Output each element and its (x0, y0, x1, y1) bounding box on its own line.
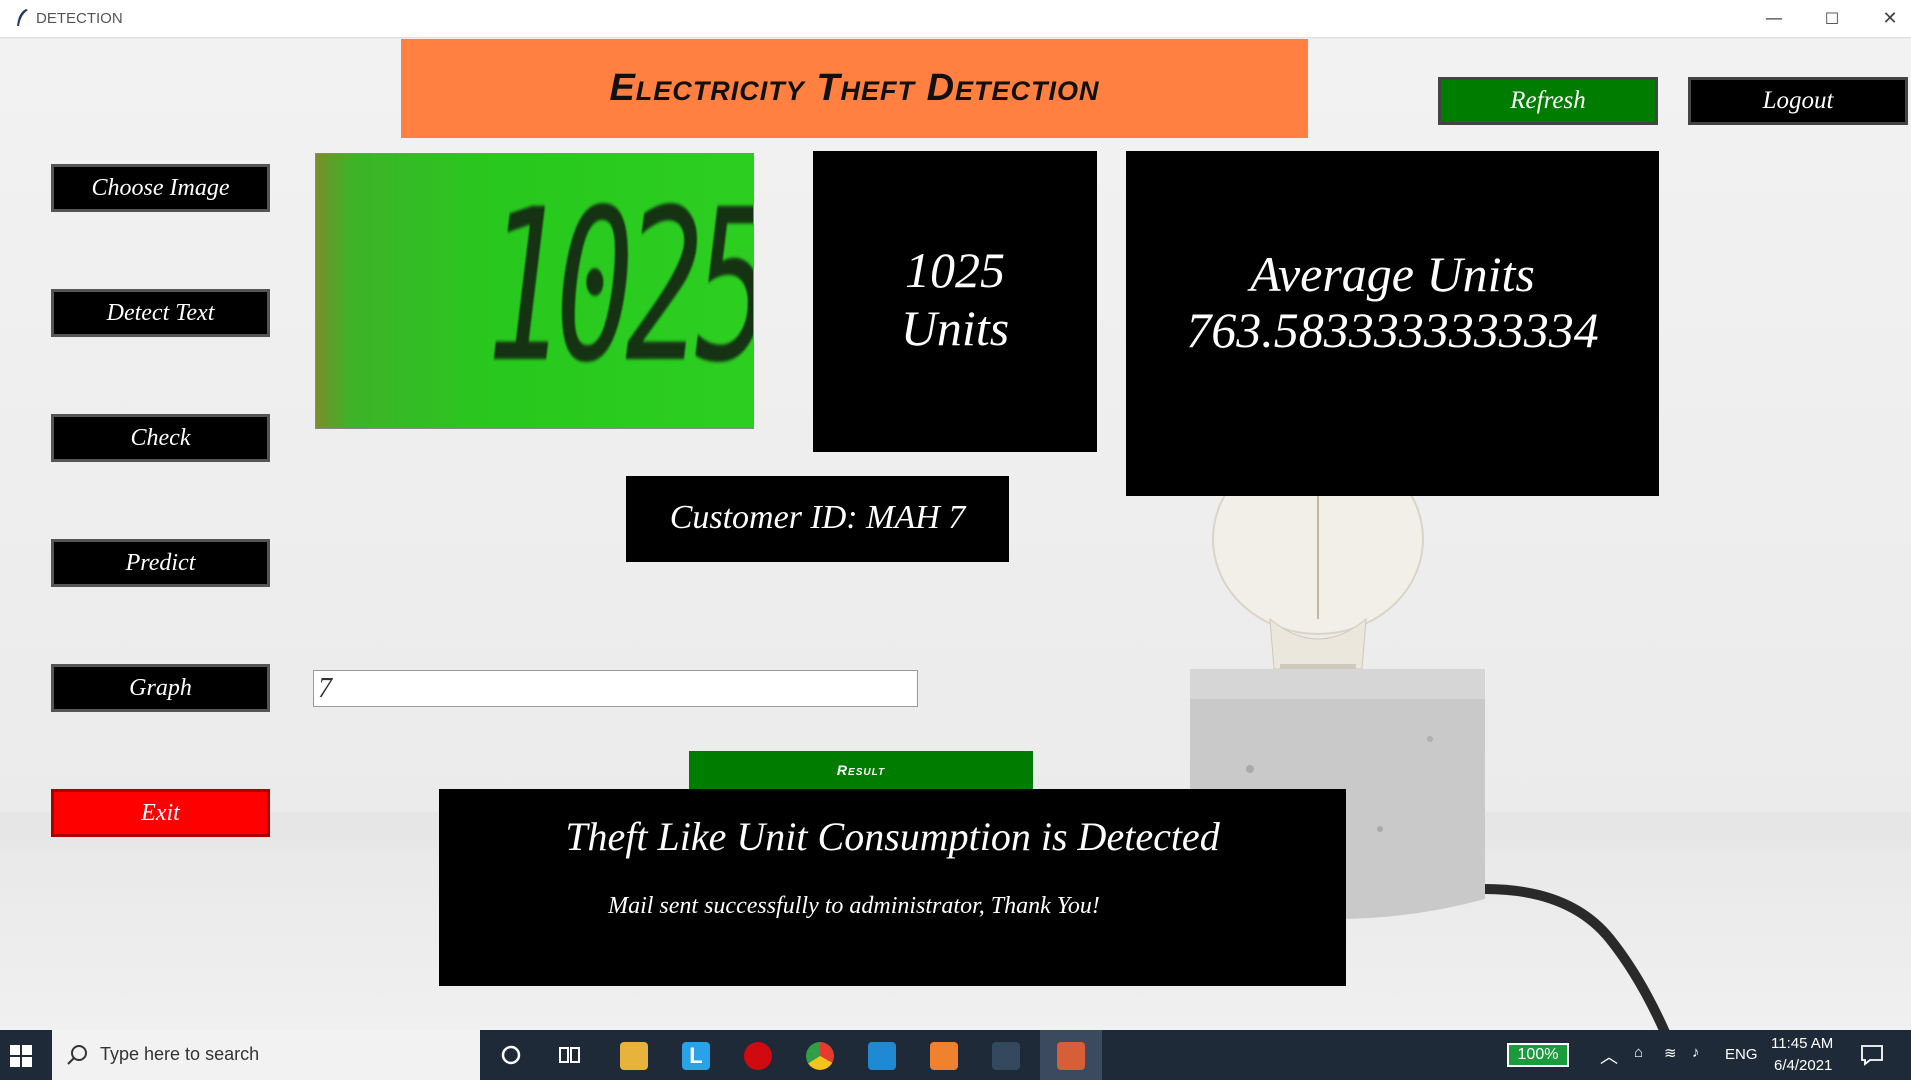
meter-digits: 1025 (486, 164, 754, 409)
battery-indicator[interactable]: 100% (1507, 1043, 1569, 1067)
windows-taskbar: Type here to search L 100% ︿ ⌂ ≋ ♪ ENG 1… (0, 1030, 1911, 1080)
taskbar-search-box[interactable]: Type here to search (52, 1030, 480, 1080)
xampp-icon[interactable] (930, 1042, 958, 1070)
language-indicator[interactable]: ENG (1725, 1046, 1758, 1063)
search-icon (67, 1045, 87, 1065)
python-idle-icon[interactable] (992, 1042, 1020, 1070)
python-app-icon (1057, 1042, 1085, 1070)
maximize-button[interactable]: ☐ (1803, 0, 1861, 38)
meter-photo: 1025 (315, 153, 754, 429)
average-units-label: Average Units (1250, 246, 1535, 302)
units-label: Units (900, 300, 1010, 356)
cortana-icon[interactable] (500, 1044, 522, 1066)
exit-button[interactable]: Exit (51, 789, 270, 837)
volume-icon[interactable]: ♪ (1692, 1044, 1700, 1061)
choose-image-button[interactable]: Choose Image (51, 164, 270, 212)
opera-icon[interactable] (744, 1042, 772, 1070)
close-button[interactable]: ✕ (1861, 0, 1911, 38)
window-titlebar: DETECTION — ☐ ✕ (0, 0, 1911, 38)
vscode-icon[interactable] (868, 1042, 896, 1070)
graph-button[interactable]: Graph (51, 664, 270, 712)
clock-time[interactable]: 11:45 AM (1771, 1035, 1833, 1052)
check-button[interactable]: Check (51, 414, 270, 462)
refresh-button[interactable]: Refresh (1438, 77, 1658, 125)
meet-now-icon[interactable]: ⌂ (1634, 1044, 1643, 1061)
customer-number-input[interactable]: 7 (313, 670, 918, 707)
average-units-box: Average Units 763.5833333333334 (1126, 151, 1659, 496)
customer-id-label: Customer ID: MAH 7 (626, 476, 1009, 562)
result-box: Theft Like Unit Consumption is Detected … (439, 789, 1346, 986)
detect-text-button[interactable]: Detect Text (51, 289, 270, 337)
windows-start-icon[interactable] (10, 1045, 32, 1067)
average-units-value: 763.5833333333334 (1186, 302, 1599, 358)
file-explorer-icon[interactable] (620, 1042, 648, 1070)
chrome-icon[interactable] (806, 1042, 834, 1070)
units-box: 1025 Units (813, 151, 1097, 452)
minimize-button[interactable]: — (1745, 0, 1803, 38)
chevron-up-icon[interactable]: ︿ (1600, 1043, 1618, 1069)
tk-feather-icon (17, 9, 28, 26)
task-view-icon[interactable] (558, 1044, 582, 1066)
active-app-highlight[interactable] (1040, 1030, 1102, 1080)
predict-button[interactable]: Predict (51, 539, 270, 587)
result-headline: Theft Like Unit Consumption is Detected (565, 814, 1220, 859)
logout-button[interactable]: Logout (1688, 77, 1908, 125)
app-title-banner: Electricity Theft Detection (401, 39, 1308, 138)
clock-date[interactable]: 6/4/2021 (1774, 1057, 1832, 1074)
units-value: 1025 (905, 242, 1005, 298)
result-message: Mail sent successfully to administrator,… (608, 893, 1100, 919)
window-title: DETECTION (36, 10, 123, 27)
result-button[interactable]: Result (689, 751, 1033, 789)
taskbar-search-placeholder: Type here to search (100, 1044, 260, 1064)
notification-icon[interactable] (1860, 1044, 1884, 1066)
l-app-icon[interactable]: L (682, 1042, 710, 1070)
wifi-icon[interactable]: ≋ (1664, 1044, 1677, 1062)
